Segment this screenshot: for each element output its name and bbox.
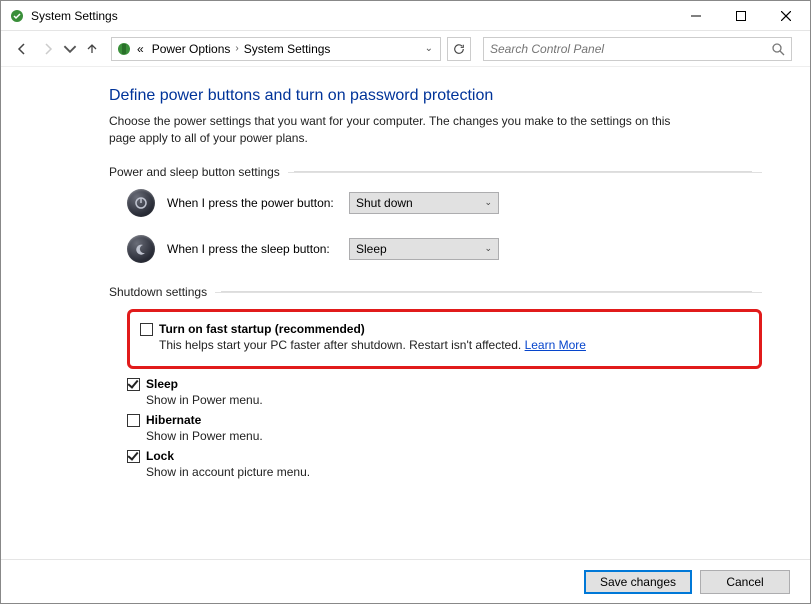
sleep-label: Sleep xyxy=(146,377,178,391)
power-icon xyxy=(127,189,155,217)
sleep-desc: Show in Power menu. xyxy=(146,393,762,407)
breadcrumb-item-system-settings[interactable]: System Settings xyxy=(241,42,334,56)
page-title: Define power buttons and turn on passwor… xyxy=(109,87,762,105)
nav-bar: « Power Options › System Settings ⌄ xyxy=(1,31,810,67)
power-sleep-settings: When I press the power button: Shut down… xyxy=(109,189,762,285)
minimize-button[interactable] xyxy=(673,2,718,30)
chevron-down-icon: ⌄ xyxy=(484,197,492,208)
close-button[interactable] xyxy=(763,2,808,30)
learn-more-link[interactable]: Learn More xyxy=(525,338,586,352)
shutdown-settings: Turn on fast startup (recommended) This … xyxy=(109,309,762,479)
power-button-label: When I press the power button: xyxy=(167,196,337,210)
sleep-button-dropdown[interactable]: Sleep ⌄ xyxy=(349,238,499,260)
hibernate-row: Hibernate xyxy=(127,413,762,427)
maximize-button[interactable] xyxy=(718,2,763,30)
fast-startup-label: Turn on fast startup (recommended) xyxy=(159,322,365,336)
search-box[interactable] xyxy=(483,37,792,61)
dropdown-value: Shut down xyxy=(356,196,484,210)
sleep-row: Sleep xyxy=(127,377,762,391)
footer-bar: Save changes Cancel xyxy=(1,559,810,603)
content: Define power buttons and turn on passwor… xyxy=(1,67,810,479)
fast-startup-row: Turn on fast startup (recommended) xyxy=(140,322,749,336)
lock-row: Lock xyxy=(127,449,762,463)
fast-startup-desc: This helps start your PC faster after sh… xyxy=(159,338,749,352)
titlebar: System Settings xyxy=(1,1,810,31)
breadcrumb[interactable]: « Power Options › System Settings ⌄ xyxy=(111,37,441,61)
dropdown-value: Sleep xyxy=(356,242,484,256)
chevron-right-icon: › xyxy=(235,43,238,54)
section-shutdown-title: Shutdown settings xyxy=(109,285,762,299)
chevron-down-icon: ⌄ xyxy=(484,243,492,254)
page-description: Choose the power settings that you want … xyxy=(109,113,679,147)
cancel-button[interactable]: Cancel xyxy=(700,570,790,594)
up-button[interactable] xyxy=(81,38,103,60)
lock-desc: Show in account picture menu. xyxy=(146,465,762,479)
app-icon xyxy=(9,8,25,24)
chevron-down-icon[interactable]: ⌄ xyxy=(425,43,436,54)
hibernate-desc: Show in Power menu. xyxy=(146,429,762,443)
fast-startup-checkbox[interactable] xyxy=(140,323,153,336)
save-button[interactable]: Save changes xyxy=(584,570,692,594)
search-icon xyxy=(771,42,785,56)
lock-label: Lock xyxy=(146,449,174,463)
forward-button[interactable] xyxy=(37,38,59,60)
control-panel-icon xyxy=(116,41,132,57)
refresh-button[interactable] xyxy=(447,37,471,61)
hibernate-checkbox[interactable] xyxy=(127,414,140,427)
sleep-button-row: When I press the sleep button: Sleep ⌄ xyxy=(127,235,762,263)
fast-startup-highlight: Turn on fast startup (recommended) This … xyxy=(127,309,762,369)
window-title: System Settings xyxy=(31,9,673,23)
window-controls xyxy=(673,2,808,30)
power-button-row: When I press the power button: Shut down… xyxy=(127,189,762,217)
recent-dropdown[interactable] xyxy=(63,38,77,60)
search-input[interactable] xyxy=(490,42,771,56)
sleep-checkbox[interactable] xyxy=(127,378,140,391)
breadcrumb-prefix: « xyxy=(134,42,147,56)
lock-checkbox[interactable] xyxy=(127,450,140,463)
sleep-button-label: When I press the sleep button: xyxy=(167,242,337,256)
hibernate-label: Hibernate xyxy=(146,413,201,427)
power-button-dropdown[interactable]: Shut down ⌄ xyxy=(349,192,499,214)
breadcrumb-item-power-options[interactable]: Power Options xyxy=(149,42,234,56)
back-button[interactable] xyxy=(11,38,33,60)
section-power-sleep-title: Power and sleep button settings xyxy=(109,165,762,179)
sleep-icon xyxy=(127,235,155,263)
